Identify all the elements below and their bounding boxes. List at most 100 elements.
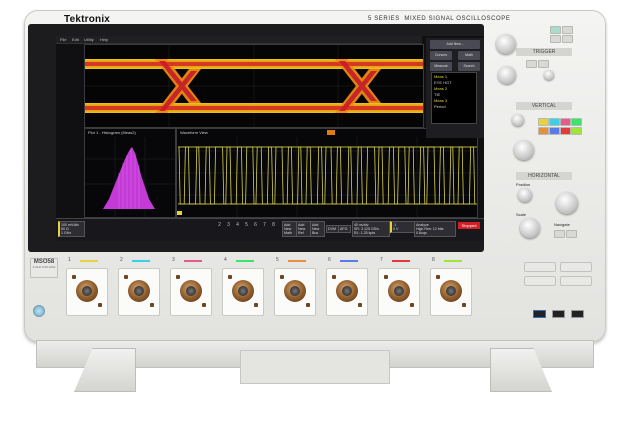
tekvpi-latch-icon	[124, 275, 128, 279]
vertical-position-knob[interactable]	[512, 114, 524, 126]
channel-button[interactable]: 4	[234, 222, 241, 230]
channel-color-strip	[80, 260, 98, 262]
bnc-center-icon	[394, 286, 404, 296]
channel-key[interactable]	[571, 127, 582, 135]
trigger-badge[interactable]: -1 0 V	[390, 221, 415, 233]
tekvpi-latch-icon	[358, 303, 362, 307]
channel-color-strip	[444, 260, 462, 262]
waveform-view[interactable]: Waveform View	[176, 128, 478, 218]
channel-input-bnc[interactable]	[378, 268, 420, 316]
usb-port[interactable]	[571, 310, 584, 318]
channel-input-bnc[interactable]	[222, 268, 264, 316]
add-math-button[interactable]: Add New Math	[282, 221, 297, 237]
tekvpi-latch-icon	[176, 275, 180, 279]
channel-button[interactable]: 5	[243, 222, 250, 230]
slope-key[interactable]	[526, 60, 537, 68]
tekvpi-latch-icon	[202, 303, 206, 307]
navigate-knob[interactable]	[556, 192, 578, 214]
result-label: Meas 3	[434, 98, 448, 103]
channel-key[interactable]	[549, 127, 560, 135]
channel-button[interactable]: 8	[270, 222, 277, 230]
trigger-level: 0 V	[393, 227, 399, 231]
channel-key[interactable]	[571, 118, 582, 126]
record-length: RL: 1.25 kpts	[354, 231, 376, 235]
histogram-graphic	[85, 137, 175, 217]
force-trig-button[interactable]	[524, 262, 556, 272]
menu-utility[interactable]: Utility	[84, 37, 94, 42]
channel-number-label: 7	[380, 257, 383, 263]
tekvpi-latch-icon	[98, 303, 102, 307]
bnc-center-icon	[134, 286, 144, 296]
channel-button[interactable]: 7	[261, 222, 268, 230]
save-button[interactable]	[524, 276, 556, 286]
channel-input-bnc[interactable]	[430, 268, 472, 316]
measurement-results[interactable]: Meas 1 EYE HGT Meas 2 TIE Meas 3 Period	[431, 72, 477, 124]
channel-key[interactable]	[538, 118, 549, 126]
trigger-position-knob[interactable]	[498, 66, 516, 84]
menu-file[interactable]: File	[60, 37, 66, 42]
display-screen[interactable]: File Edit Utility Help Plot 2 - Eye Diag…	[56, 36, 484, 241]
horizontal-scale-knob[interactable]	[520, 218, 540, 238]
single-key[interactable]	[562, 26, 573, 34]
channel-key[interactable]	[549, 118, 560, 126]
zoom-key[interactable]	[554, 230, 565, 238]
touch-off-button[interactable]	[560, 276, 592, 286]
ch1-badge[interactable]: 100 mV/div 50 Ω 1 GHz	[58, 221, 85, 237]
bnc-center-icon	[82, 286, 92, 296]
default-key[interactable]	[562, 35, 573, 43]
usb-port[interactable]	[552, 310, 565, 318]
position-label: Position	[516, 182, 531, 187]
channel-key[interactable]	[538, 127, 549, 135]
histogram-plot[interactable]: Plot 1 - Histogram (Meas2)	[84, 128, 176, 218]
eye-diagram-plot[interactable]: Plot 2 - Eye Diagram (Meas1)	[84, 44, 424, 128]
channel-input-bnc[interactable]	[66, 268, 108, 316]
channel-key[interactable]	[560, 127, 571, 135]
model-label: MSO58 2 GHz 6.25 GS/s	[30, 258, 58, 278]
cursors-button[interactable]: Cursors	[430, 51, 452, 60]
channel-button[interactable]: 3	[225, 222, 232, 230]
eye-diagram-graphic	[85, 45, 423, 127]
channel-key[interactable]	[560, 118, 571, 126]
channel-input-bnc[interactable]	[170, 268, 212, 316]
horizontal-badge[interactable]: 40 ns/div SR: 3.125 GS/s RL: 1.25 kpts	[352, 221, 390, 237]
mode-key[interactable]	[538, 60, 549, 68]
channel-input-bnc[interactable]	[326, 268, 368, 316]
channel-color-strip	[236, 260, 254, 262]
front-control-panel: TRIGGER VERTICAL HORIZONTAL Position Sca…	[486, 22, 596, 254]
measure-button[interactable]: Measure	[430, 62, 452, 71]
bnc-center-icon	[446, 286, 456, 296]
channel-color-strip	[288, 260, 306, 262]
acquisition-badge[interactable]: Analyze High Res: 12 bits 0 Acqs	[414, 221, 456, 237]
math-button[interactable]: Math	[458, 51, 480, 60]
acq-count: 0 Acqs	[416, 231, 427, 235]
channel-number-label: 6	[328, 257, 331, 263]
trigger-small-knob[interactable]	[544, 70, 554, 80]
channel-button[interactable]: 2	[216, 222, 223, 230]
trigger-level-knob[interactable]	[496, 34, 516, 54]
tekvpi-latch-icon	[436, 275, 440, 279]
afg-button[interactable]: AFG	[338, 225, 351, 233]
power-button[interactable]	[33, 305, 45, 317]
search-button[interactable]: Search	[458, 62, 480, 71]
settings-bar: 100 mV/div 50 Ω 1 GHz Add New Math Add N…	[56, 218, 484, 241]
channel-button[interactable]: 6	[252, 222, 259, 230]
channel-color-strip	[132, 260, 150, 262]
scale-label: Scale	[516, 212, 527, 217]
channel-input-bnc[interactable]	[274, 268, 316, 316]
run-stop-status[interactable]: Stopped	[458, 222, 480, 229]
add-new-button[interactable]: Add New...	[430, 40, 480, 49]
horizontal-position-knob[interactable]	[518, 188, 532, 202]
help-button[interactable]	[560, 262, 592, 272]
add-bus-button[interactable]: Add New Bus	[310, 221, 325, 237]
usb3-port[interactable]	[533, 310, 546, 318]
result-label: Meas 2	[434, 86, 448, 91]
bnc-center-icon	[186, 286, 196, 296]
zoom-out-key[interactable]	[566, 230, 577, 238]
vertical-scale-knob[interactable]	[514, 140, 534, 160]
menu-help[interactable]: Help	[100, 37, 108, 42]
add-ref-button[interactable]: Add New Ref	[296, 221, 311, 237]
autoset-key[interactable]	[550, 35, 561, 43]
run-stop-key[interactable]	[550, 26, 561, 34]
channel-input-bnc[interactable]	[118, 268, 160, 316]
menu-edit[interactable]: Edit	[72, 37, 79, 42]
